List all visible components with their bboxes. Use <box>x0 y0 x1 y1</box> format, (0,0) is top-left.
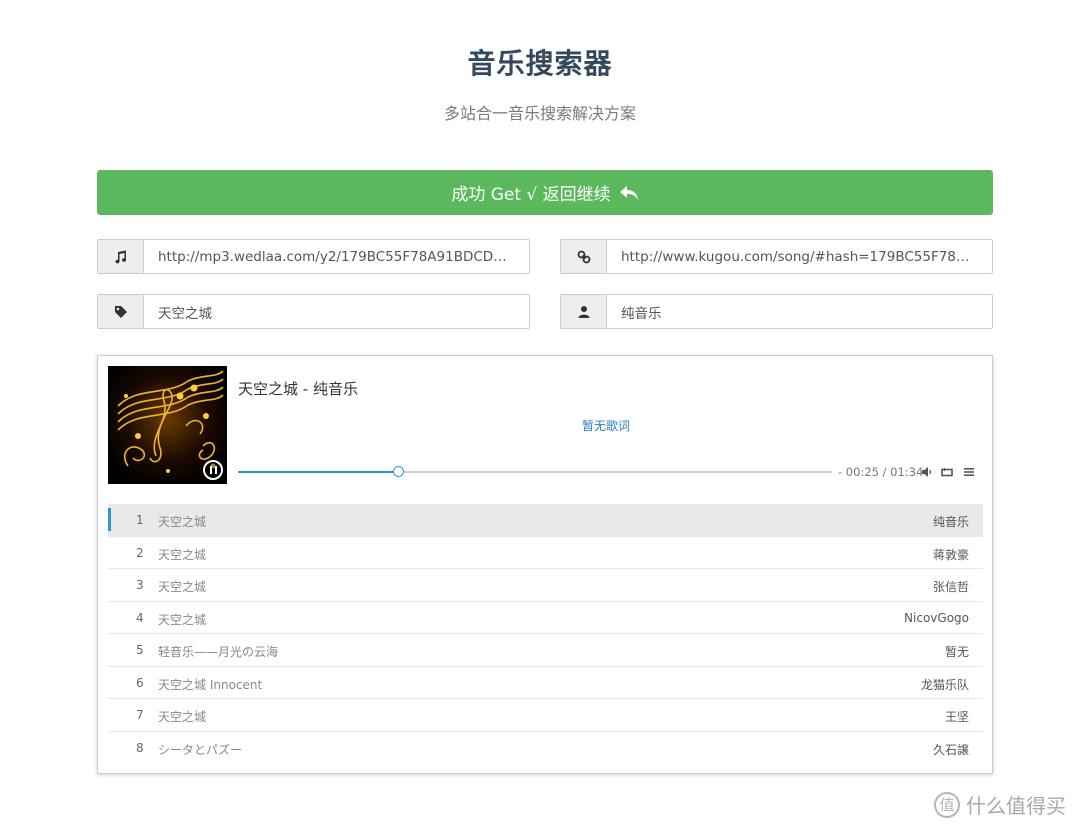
artist-field <box>560 294 993 329</box>
playlist-row-title: 天空之城 <box>158 710 207 724</box>
playlist-row[interactable]: 5 轻音乐——月光の云海 暂无 <box>108 634 983 667</box>
user-icon <box>578 305 589 318</box>
pause-bar-right <box>214 466 217 474</box>
playlist-row-number: 8 <box>136 740 144 755</box>
playlist-menu-button[interactable] <box>962 465 976 479</box>
playlist-row-number: 1 <box>136 513 144 527</box>
loop-icon <box>941 467 953 477</box>
reply-icon <box>619 185 638 200</box>
success-button-label: 成功 Get √ 返回继续 <box>451 185 611 205</box>
pause-button[interactable] <box>203 460 223 480</box>
progress-fill <box>238 471 399 473</box>
tag-addon <box>98 295 144 328</box>
playlist-row-artist: 张信哲 <box>932 580 969 594</box>
playlist: 1 天空之城 纯音乐 2 天空之城 蒋敦豪 3 天空之城 张信哲 4 天空之城 NicovGogo 5 轻… <box>108 504 983 764</box>
playlist-row[interactable]: 8 シータとパズー 久石譲 <box>108 732 983 765</box>
volume-icon <box>922 467 932 477</box>
page-subtitle: 多站合一音乐搜索解决方案 <box>443 104 636 123</box>
playlist-row-artist: NicovGogo <box>904 610 969 625</box>
playlist-row-number: 5 <box>136 643 144 657</box>
page-title: 音乐搜索器 <box>467 47 613 80</box>
loop-button[interactable] <box>940 465 954 479</box>
playlist-row[interactable]: 2 天空之城 蒋敦豪 <box>108 537 983 569</box>
playlist-row[interactable]: 6 天空之城 Innocent 龙猫乐队 <box>108 667 983 699</box>
playlist-row[interactable]: 3 天空之城 张信哲 <box>108 569 983 602</box>
progress-bar[interactable] <box>238 466 832 477</box>
playlist-row[interactable]: 7 天空之城 王坚 <box>108 699 983 732</box>
music-note-icon <box>115 250 126 263</box>
zhi-logo-icon: 值 <box>934 791 960 818</box>
playlist-row-title: 天空之城 Innocent <box>158 677 263 692</box>
progress-handle[interactable] <box>393 466 405 477</box>
tag-icon <box>114 305 127 318</box>
playlist-row-title: 轻音乐——月光の云海 <box>158 645 279 659</box>
volume-button[interactable] <box>920 465 934 479</box>
playlist-row-number: 4 <box>136 610 144 625</box>
playlist-row-title: 天空之城 <box>158 515 207 529</box>
playlist-row-artist: 龙猫乐队 <box>920 677 969 692</box>
playlist-row[interactable]: 1 天空之城 纯音乐 <box>108 504 983 537</box>
watermark-text: 什么值得买 <box>966 794 1066 818</box>
playlist-row-number: 7 <box>136 708 144 722</box>
time-display: - 00:25 / 01:34 <box>838 465 924 479</box>
music-player: 天空之城 - 纯音乐 暂无歌词 - 00:25 / 01:34 1 天空之城 纯音乐… <box>97 355 993 774</box>
success-return-button[interactable]: 成功 Get √ 返回继续 <box>97 170 993 215</box>
song-title-input[interactable] <box>144 295 529 328</box>
music-note-addon <box>98 240 144 273</box>
playlist-row-title: 天空之城 <box>158 580 207 594</box>
link-icon <box>577 250 590 263</box>
site-watermark: 值 什么值得买 <box>934 790 1066 819</box>
playlist-row-title: 天空之城 <box>158 612 207 627</box>
playlist-row-title: シータとパズー <box>158 742 243 757</box>
song-title-field <box>97 294 530 329</box>
playlist-row-artist: 纯音乐 <box>932 515 969 529</box>
artist-input[interactable] <box>607 295 992 328</box>
playlist-row-artist: 暂无 <box>944 645 969 659</box>
song-link-input[interactable] <box>607 240 992 273</box>
playlist-row-artist: 蒋敦豪 <box>932 547 969 562</box>
song-link-field <box>560 239 993 274</box>
playlist-row-number: 2 <box>136 545 144 560</box>
link-addon <box>561 240 607 273</box>
playlist-row[interactable]: 4 天空之城 NicovGogo <box>108 602 983 634</box>
now-playing-title: 天空之城 - 纯音乐 <box>238 380 358 398</box>
playlist-row-number: 3 <box>136 578 144 592</box>
pause-bar-left <box>209 466 212 474</box>
playlist-row-title: 天空之城 <box>158 547 207 562</box>
album-cover[interactable] <box>108 366 227 484</box>
user-addon <box>561 295 607 328</box>
playlist-row-artist: 王坚 <box>944 710 969 724</box>
mp3-url-field <box>97 239 530 274</box>
playlist-row-number: 6 <box>136 675 144 690</box>
menu-icon <box>964 468 974 476</box>
mp3-url-input[interactable] <box>144 240 529 273</box>
playlist-row-artist: 久石譲 <box>932 742 969 757</box>
lyric-text: 暂无歌词 <box>581 419 630 433</box>
